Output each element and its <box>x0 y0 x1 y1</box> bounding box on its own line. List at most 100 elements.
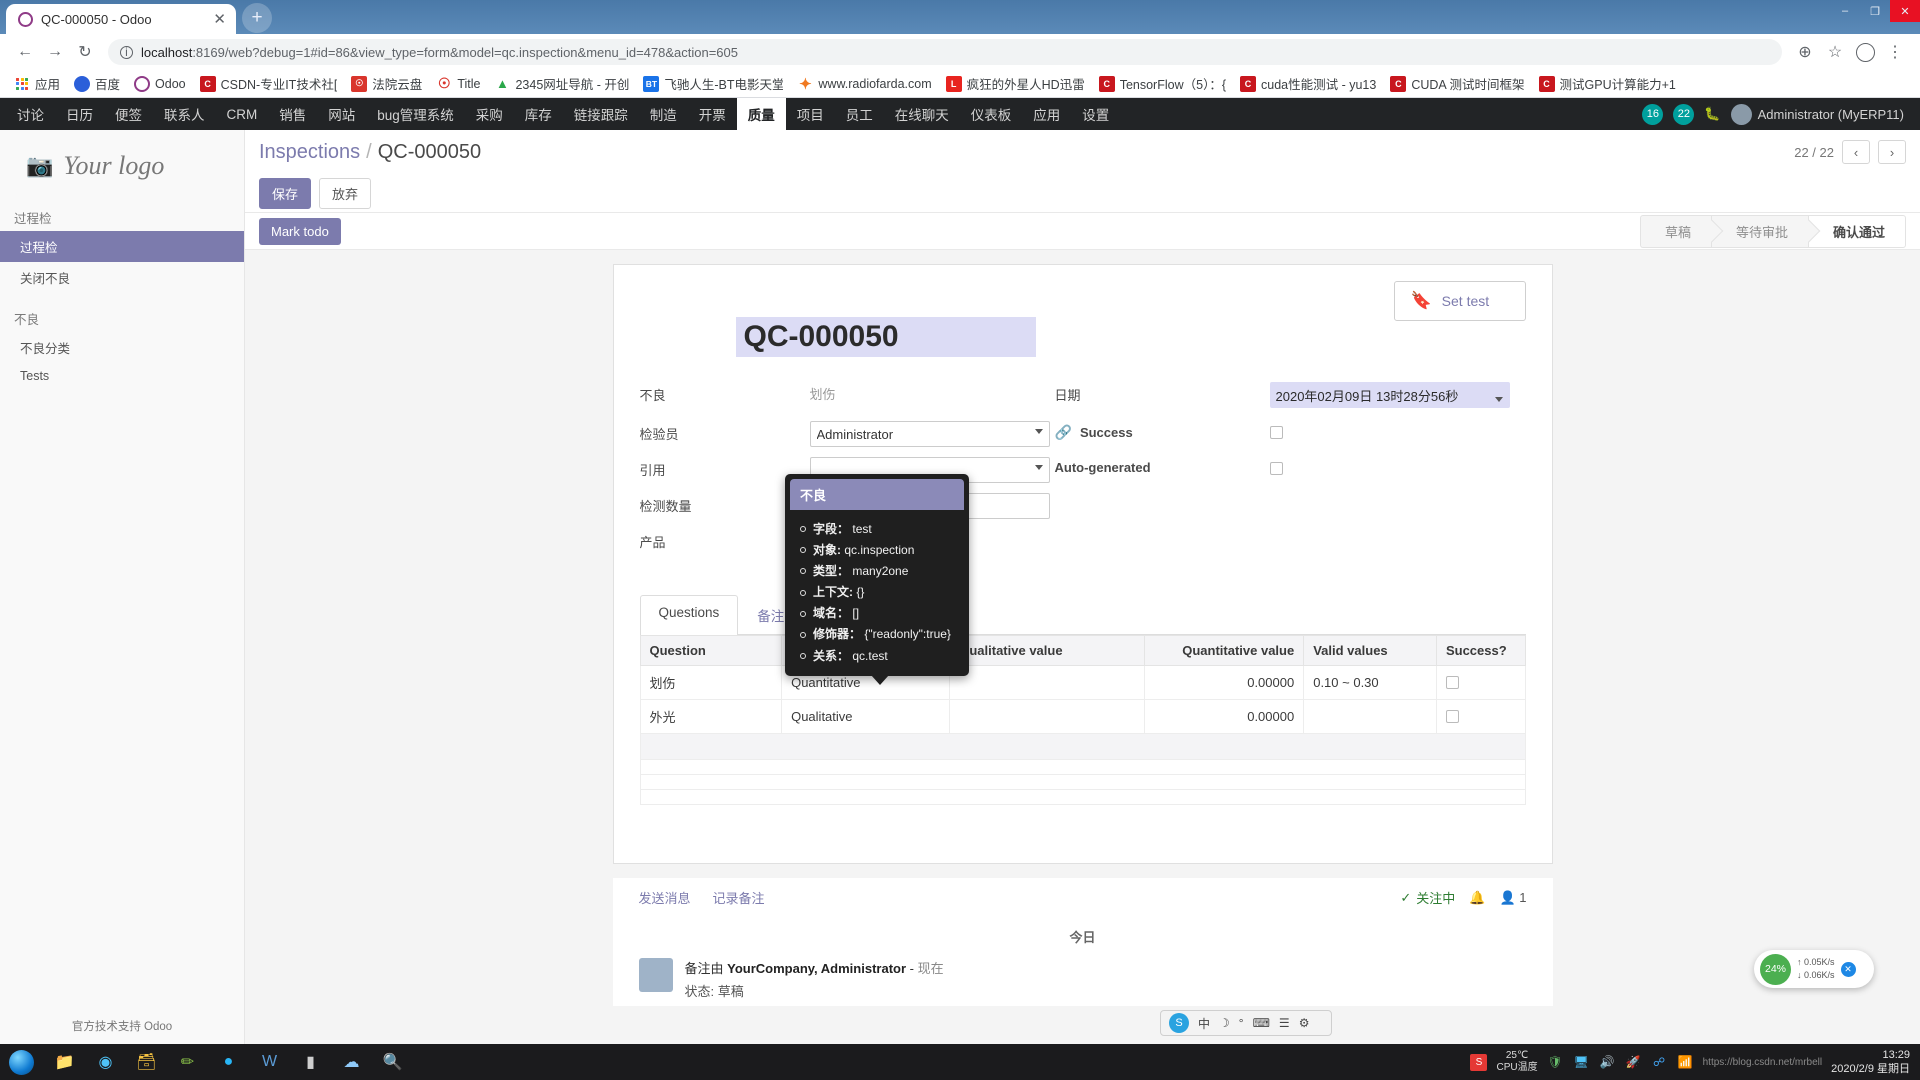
chevron-down-icon[interactable] <box>1034 429 1043 434</box>
sidebar-item-process-inspection[interactable]: 过程检 <box>0 231 244 262</box>
network-speed-widget[interactable]: 24% ↑ 0.05K/s ↓ 0.06K/s ✕ <box>1754 950 1874 988</box>
profile-icon[interactable] <box>1850 37 1880 67</box>
record-title-input[interactable] <box>735 317 1036 357</box>
column-valid-values[interactable]: Valid values <box>1303 635 1437 666</box>
editor-icon[interactable]: ✏ <box>169 1046 206 1078</box>
bookmark-csdn[interactable]: C CSDN-专业IT技术社[ <box>194 72 344 95</box>
bookmark-title[interactable]: ☉ Title <box>430 74 486 94</box>
terminal-icon[interactable]: ▮ <box>292 1046 329 1078</box>
bookmark-apps[interactable]: 应用 <box>8 72 66 95</box>
clock[interactable]: 13:29 2020/2/9 星期日 <box>1831 1048 1910 1077</box>
ime-dot-icon[interactable]: ° <box>1239 1016 1244 1030</box>
bug-icon[interactable]: 🐛 <box>1704 106 1720 122</box>
send-message-button[interactable]: 发送消息 <box>639 888 691 907</box>
set-test-button[interactable]: 🔖 Set test <box>1393 281 1526 321</box>
ime-keyboard-icon[interactable]: ⌨ <box>1253 1016 1270 1030</box>
sidebar-item-close-defect[interactable]: 关闭不良 <box>0 262 244 293</box>
messages-counter[interactable]: 22 <box>1673 103 1695 125</box>
sogou-logo-icon[interactable]: S <box>1169 1013 1189 1033</box>
chevron-down-icon[interactable] <box>1495 396 1504 402</box>
activities-counter[interactable]: 16 <box>1642 103 1664 125</box>
mark-todo-button[interactable]: Mark todo <box>259 217 341 245</box>
menu-item-dashboard[interactable]: 仪表板 <box>960 98 1023 130</box>
tab-questions[interactable]: Questions <box>639 595 739 635</box>
menu-item-employees[interactable]: 员工 <box>835 98 884 130</box>
bookmark-baidu[interactable]: 百度 <box>68 72 126 95</box>
table-row[interactable]: 外光 Qualitative 0.00000 <box>639 699 1526 734</box>
log-note-button[interactable]: 记录备注 <box>713 888 765 907</box>
row-success-checkbox[interactable] <box>1445 676 1459 689</box>
menu-item-discuss[interactable]: 讨论 <box>6 98 55 130</box>
bookmark-odoo[interactable]: Odoo <box>128 74 192 94</box>
menu-item-bug-system[interactable]: bug管理系统 <box>366 98 465 130</box>
files-icon[interactable]: 🗃 <box>128 1046 165 1078</box>
bookmark-cuda-perf[interactable]: C cuda性能测试 - yu13 <box>1234 72 1382 95</box>
minimize-icon[interactable]: – <box>1830 0 1860 22</box>
sidebar-item-defect-category[interactable]: 不良分类 <box>0 332 244 363</box>
user-menu[interactable]: Administrator (MyERP11) <box>1730 103 1904 125</box>
bookmark-alien-movie[interactable]: L 疯狂的外星人HD迅雷 <box>940 72 1091 95</box>
network-icon[interactable]: ☁ <box>333 1046 370 1078</box>
speaker-icon[interactable]: 🔊 <box>1599 1054 1616 1071</box>
close-icon[interactable]: ✕ <box>213 12 226 27</box>
chevron-down-icon[interactable] <box>1034 465 1043 470</box>
menu-item-crm[interactable]: CRM <box>216 101 269 128</box>
discard-button[interactable]: 放弃 <box>319 177 372 209</box>
menu-item-project[interactable]: 项目 <box>786 98 835 130</box>
menu-item-quality[interactable]: 质量 <box>736 98 786 130</box>
menu-item-invoicing[interactable]: 开票 <box>688 98 737 130</box>
column-quantitative-value[interactable]: Quantitative value <box>1143 635 1305 666</box>
bookmark-star-icon[interactable]: ☆ <box>1820 37 1850 67</box>
bookmark-cloud-disk[interactable]: ☉ 法院云盘 <box>345 72 428 95</box>
zoom-icon[interactable]: ⊕ <box>1790 37 1820 67</box>
chrome-icon[interactable]: ◉ <box>87 1046 124 1078</box>
new-tab-button[interactable]: + <box>242 3 272 33</box>
bookmark-bt-movie[interactable]: BT 飞驰人生-BT电影天堂 <box>637 72 789 95</box>
browser2-icon[interactable]: ● <box>210 1046 247 1078</box>
bookmark-gpu-test[interactable]: C 测试GPU计算能力+1 <box>1533 72 1682 95</box>
row-success-checkbox[interactable] <box>1445 710 1459 723</box>
menu-item-manufacturing[interactable]: 制造 <box>639 98 688 130</box>
ime-mode-icon[interactable]: 中 <box>1198 1015 1210 1032</box>
window-close-icon[interactable]: ✕ <box>1890 0 1920 22</box>
menu-item-inventory[interactable]: 库存 <box>514 98 563 130</box>
sogou-tray-icon[interactable]: S <box>1470 1053 1488 1071</box>
back-icon[interactable]: ← <box>10 37 40 67</box>
column-question[interactable]: Question <box>639 635 783 666</box>
bell-icon[interactable]: 🔔 <box>1469 890 1485 906</box>
start-button[interactable] <box>0 1049 42 1075</box>
sidebar-item-tests[interactable]: Tests <box>0 363 244 389</box>
menu-item-apps[interactable]: 应用 <box>1022 98 1071 130</box>
followers-count[interactable]: 👤 1 <box>1499 890 1526 906</box>
bookmark-tensorflow[interactable]: C TensorFlow（5）：{ <box>1093 72 1232 95</box>
menu-item-sales[interactable]: 销售 <box>268 98 317 130</box>
success-checkbox[interactable] <box>1269 426 1283 439</box>
address-bar[interactable]: i localhost:8169/web?debug=1#id=86&view_… <box>108 39 1782 65</box>
close-icon[interactable]: ✕ <box>1840 961 1856 977</box>
maximize-icon[interactable]: ❐ <box>1860 0 1890 22</box>
rocket-icon[interactable]: 🚀 <box>1625 1054 1642 1071</box>
chrome-menu-icon[interactable]: ⋮ <box>1880 37 1910 67</box>
column-success[interactable]: Success? <box>1435 635 1526 666</box>
pager-next-button[interactable]: › <box>1878 140 1906 164</box>
status-draft[interactable]: 草稿 <box>1639 214 1711 248</box>
date-input[interactable] <box>1269 382 1510 408</box>
column-qualitative-value[interactable]: Qualitative value <box>949 635 1145 666</box>
menu-item-link-tracker[interactable]: 链接跟踪 <box>563 98 639 130</box>
explorer-icon[interactable]: 📁 <box>46 1046 83 1078</box>
word-icon[interactable]: W <box>251 1046 288 1078</box>
menu-item-notes[interactable]: 便签 <box>104 98 153 130</box>
inspector-input[interactable] <box>809 421 1050 447</box>
breadcrumb-inspections[interactable]: Inspections <box>259 141 360 164</box>
menu-item-website[interactable]: 网站 <box>317 98 366 130</box>
table-row[interactable]: 划伤 Quantitative 0.00000 0.10 ~ 0.30 <box>639 665 1526 700</box>
bookmark-2345[interactable]: ▲ 2345网址导航 - 开创 <box>488 72 635 95</box>
search-icon[interactable]: 🔍 <box>374 1046 411 1078</box>
autogenerated-checkbox[interactable] <box>1269 462 1283 475</box>
bookmark-radiofarda[interactable]: ✦ www.radiofarda.com <box>791 74 937 94</box>
bluetooth-icon[interactable]: ☍ <box>1651 1054 1668 1071</box>
shield-icon[interactable]: 🛡 <box>1547 1054 1564 1071</box>
pager-previous-button[interactable]: ‹ <box>1842 140 1870 164</box>
external-link-icon[interactable]: 🔗 <box>1055 424 1072 441</box>
menu-item-livechat[interactable]: 在线聊天 <box>884 98 960 130</box>
